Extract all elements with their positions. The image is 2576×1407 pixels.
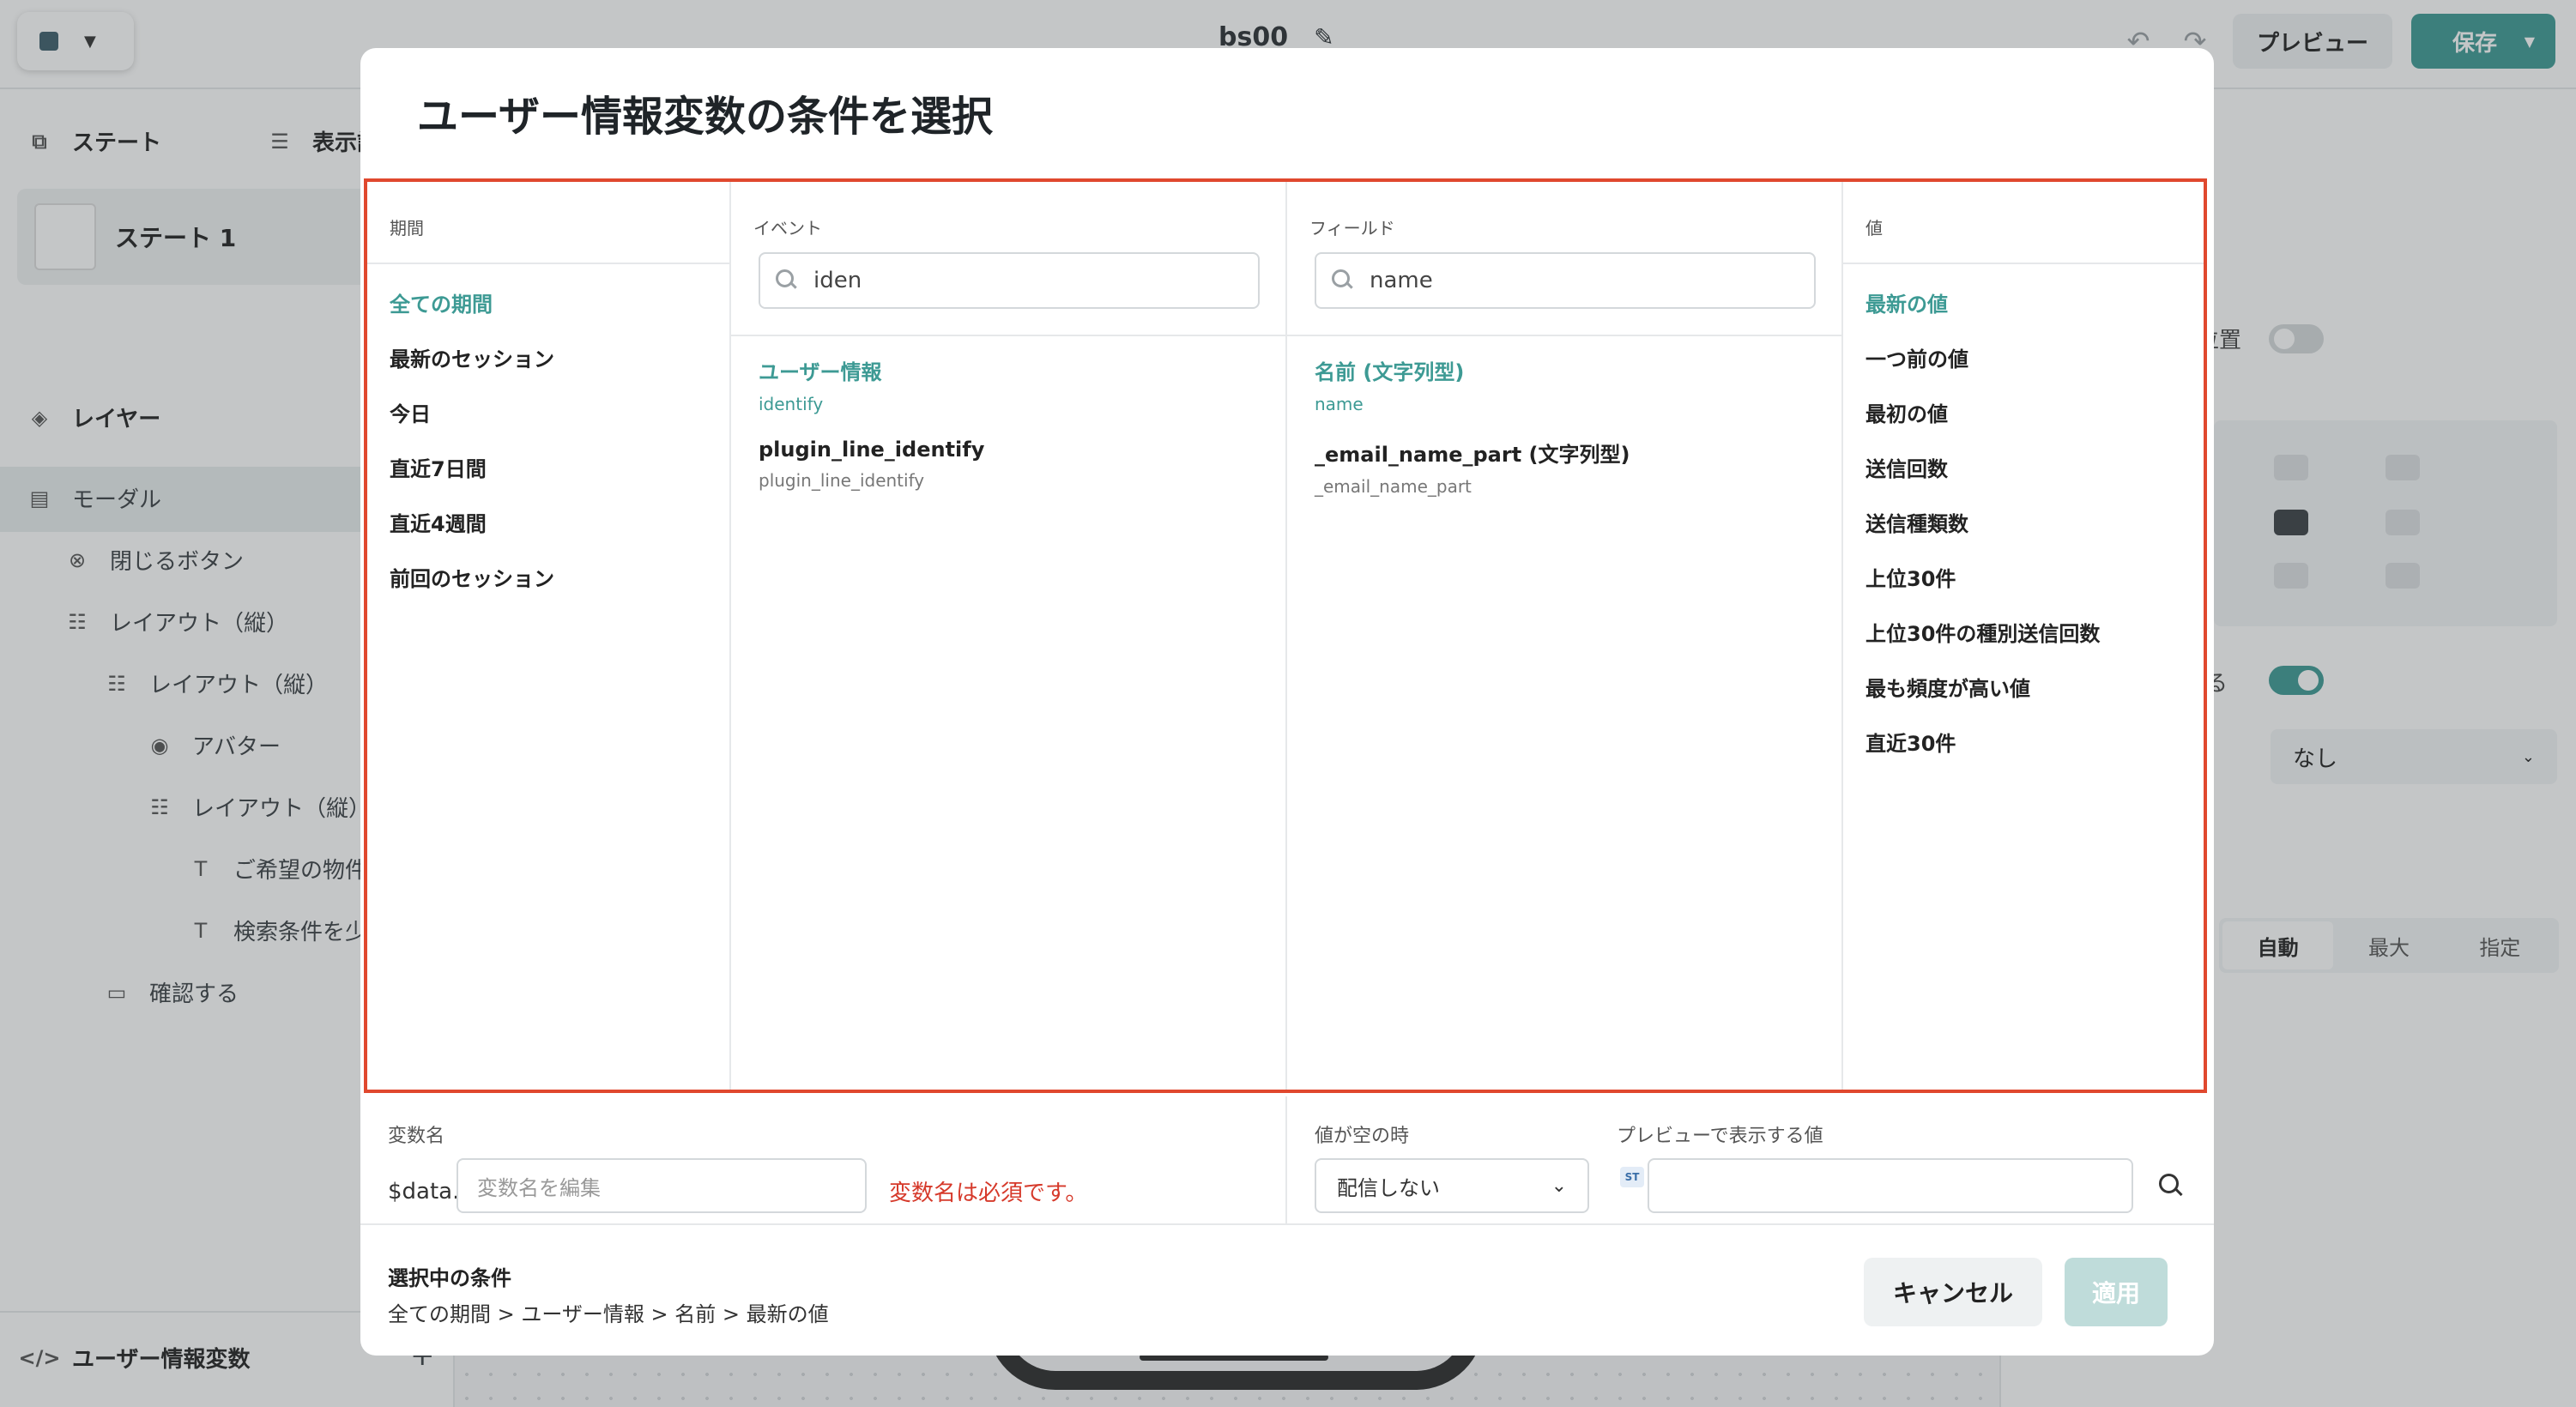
value-option[interactable]: 上位30件 bbox=[1843, 549, 2204, 604]
value-option[interactable]: 送信種類数 bbox=[1843, 494, 2204, 549]
value-option[interactable]: 最も頻度が高い値 bbox=[1843, 659, 2204, 714]
period-option[interactable]: 直近7日間 bbox=[367, 439, 729, 494]
field-search-input[interactable]: name bbox=[1315, 252, 1816, 309]
modal-title: ユーザー情報変数の条件を選択 bbox=[417, 93, 994, 141]
empty-value-label: 値が空の時 bbox=[1315, 1126, 1410, 1147]
event-search-value: iden bbox=[813, 268, 862, 293]
variable-name-input[interactable]: 変数名を編集 bbox=[457, 1158, 867, 1213]
variable-settings: 変数名 $data. 変数名を編集 変数名は必須です。 値が空の時 配信しない … bbox=[360, 1096, 2214, 1225]
value-option[interactable]: 送信回数 bbox=[1843, 439, 2204, 494]
event-header-label: イベント bbox=[753, 218, 822, 239]
value-column: 値 最新の値 一つ前の値 最初の値 送信回数 送信種類数 上位30件 上位30件… bbox=[1843, 182, 2204, 1090]
variable-name-error: 変数名は必須です。 bbox=[889, 1181, 1088, 1206]
period-option[interactable]: 直近4週間 bbox=[367, 494, 729, 549]
empty-value-selected: 配信しない bbox=[1337, 1175, 1440, 1200]
field-item[interactable]: _email_name_part (文字列型) _email_name_part bbox=[1287, 427, 1841, 510]
period-option[interactable]: 前回のセッション bbox=[367, 549, 729, 604]
preview-value-input[interactable] bbox=[1648, 1158, 2133, 1213]
variable-name-label: 変数名 bbox=[388, 1126, 445, 1147]
variable-name-placeholder: 変数名を編集 bbox=[477, 1175, 601, 1200]
search-icon[interactable] bbox=[2159, 1174, 2185, 1199]
variable-prefix: $data. bbox=[388, 1179, 460, 1205]
apply-button[interactable]: 適用 bbox=[2065, 1258, 2168, 1326]
period-header: 期間 bbox=[367, 182, 729, 264]
search-icon bbox=[1332, 269, 1354, 292]
event-item[interactable]: plugin_line_identify plugin_line_identif… bbox=[731, 427, 1285, 510]
event-item-name: ユーザー情報 bbox=[759, 360, 882, 384]
field-item-key: name bbox=[1315, 394, 1364, 414]
event-column: イベント iden ユーザー情報 identify plugin_line_id… bbox=[731, 182, 1287, 1090]
period-column: 期間 全ての期間 最新のセッション 今日 直近7日間 直近4週間 前回のセッショ… bbox=[367, 182, 731, 1090]
selected-condition-path: 全ての期間 > ユーザー情報 > 名前 > 最新の値 bbox=[388, 1302, 829, 1326]
field-header-label: フィールド bbox=[1309, 218, 1395, 239]
event-item-key: identify bbox=[759, 394, 824, 414]
chevron-down-icon: ⌄ bbox=[1551, 1175, 1567, 1197]
field-item[interactable]: 名前 (文字列型) name bbox=[1287, 345, 1841, 427]
preview-value-label: プレビューで表示する値 bbox=[1617, 1126, 1823, 1147]
string-type-badge: ST bbox=[1620, 1167, 1644, 1187]
empty-value-select[interactable]: 配信しない ⌄ bbox=[1315, 1158, 1589, 1213]
field-column: フィールド name 名前 (文字列型) name _email_name_pa… bbox=[1287, 182, 1843, 1090]
cancel-button[interactable]: キャンセル bbox=[1864, 1258, 2042, 1326]
field-item-name: _email_name_part (文字列型) bbox=[1315, 443, 1630, 467]
selected-condition-title: 選択中の条件 bbox=[388, 1266, 511, 1290]
value-header: 値 bbox=[1843, 182, 2204, 264]
field-search-value: name bbox=[1370, 268, 1433, 293]
event-item-key: plugin_line_identify bbox=[759, 470, 925, 491]
search-icon bbox=[776, 269, 798, 292]
field-item-name: 名前 (文字列型) bbox=[1315, 360, 1465, 384]
field-item-key: _email_name_part bbox=[1315, 476, 1472, 497]
value-option[interactable]: 上位30件の種別送信回数 bbox=[1843, 604, 2204, 659]
value-option-latest[interactable]: 最新の値 bbox=[1843, 275, 2204, 329]
period-option-all[interactable]: 全ての期間 bbox=[367, 275, 729, 329]
event-search-input[interactable]: iden bbox=[759, 252, 1260, 309]
period-option[interactable]: 今日 bbox=[367, 384, 729, 439]
value-option[interactable]: 最初の値 bbox=[1843, 384, 2204, 439]
value-option[interactable]: 一つ前の値 bbox=[1843, 329, 2204, 384]
period-option[interactable]: 最新のセッション bbox=[367, 329, 729, 384]
event-item-name: plugin_line_identify bbox=[759, 438, 985, 462]
condition-modal: ユーザー情報変数の条件を選択 期間 全ての期間 最新のセッション 今日 直近7日… bbox=[360, 48, 2214, 1356]
event-item[interactable]: ユーザー情報 identify bbox=[731, 345, 1285, 427]
condition-picker: 期間 全ての期間 最新のセッション 今日 直近7日間 直近4週間 前回のセッショ… bbox=[364, 178, 2207, 1093]
value-option[interactable]: 直近30件 bbox=[1843, 714, 2204, 769]
